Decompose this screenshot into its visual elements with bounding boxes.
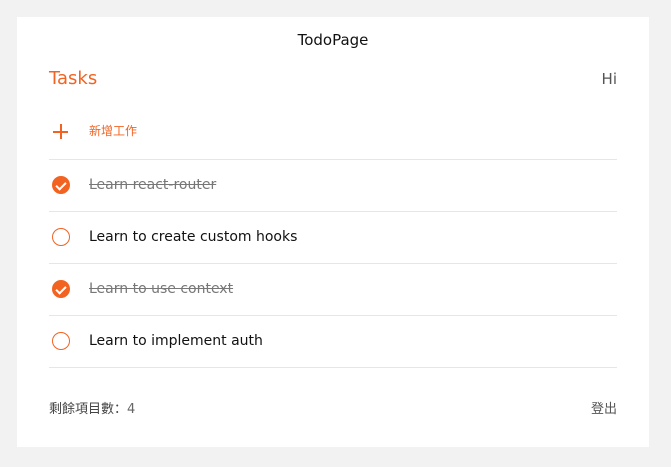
todo-item: Learn to create custom hooks <box>49 212 617 264</box>
todo-text: Learn to use context <box>89 281 234 297</box>
checkmark-icon <box>55 282 67 295</box>
todo-item: Learn to implement auth <box>49 316 617 368</box>
todo-checkbox[interactable] <box>52 228 70 246</box>
user-greeting: Hi <box>601 70 617 88</box>
tasks-header: Tasks Hi <box>49 67 617 91</box>
checkmark-icon <box>55 178 67 191</box>
todo-item: Learn react-router <box>49 160 617 212</box>
todo-text: Learn react-router <box>89 177 217 193</box>
add-task-label: 新增工作 <box>89 124 138 138</box>
plus-icon <box>53 124 68 139</box>
todo-list: Learn react-router Learn to create custo… <box>49 160 617 368</box>
remaining-label: 剩餘項目數： <box>49 402 128 417</box>
todo-card: TodoPage Tasks Hi 新增工作 Learn react-route… <box>17 17 649 447</box>
page-title: Tasks <box>49 68 98 89</box>
todo-footer: 剩餘項目數：4 登出 <box>49 401 617 419</box>
remaining-count: 4 <box>127 402 136 417</box>
todo-text: Learn to implement auth <box>89 333 263 349</box>
todo-checkbox[interactable] <box>52 280 70 298</box>
add-task-button[interactable]: 新增工作 <box>49 113 617 160</box>
todo-text: Learn to create custom hooks <box>89 229 298 245</box>
remaining-items: 剩餘項目數：4 <box>49 401 135 419</box>
app-title: TodoPage <box>297 31 369 49</box>
todo-item: Learn to use context <box>49 264 617 316</box>
logout-button[interactable]: 登出 <box>591 401 617 419</box>
todo-checkbox[interactable] <box>52 332 70 350</box>
todo-checkbox[interactable] <box>52 176 70 194</box>
